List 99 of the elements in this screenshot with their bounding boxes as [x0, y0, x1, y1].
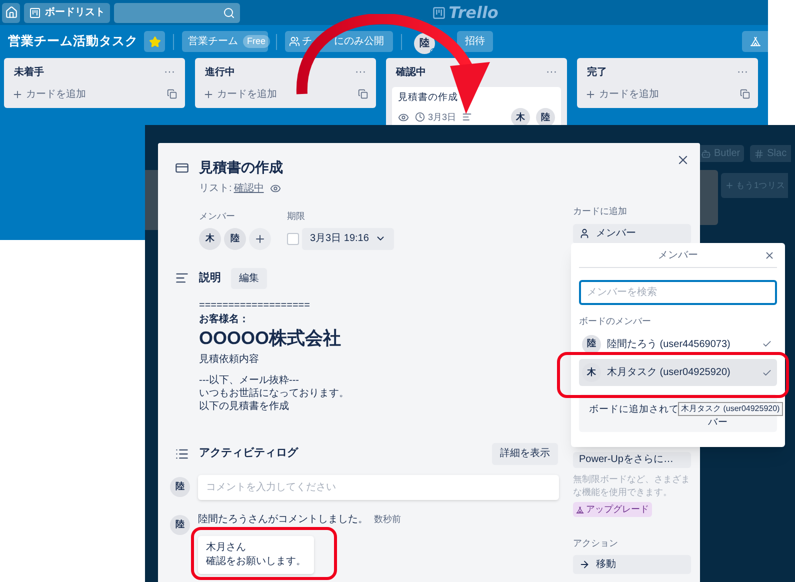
plus-icon [203, 88, 214, 100]
due-date: 3月3日 [428, 110, 456, 124]
section-label: ボードのメンバー [579, 316, 652, 327]
list-title: 完了 [587, 65, 607, 80]
plus-icon [585, 88, 596, 100]
edit-button[interactable]: 編集 [231, 268, 267, 288]
details-button[interactable]: 詳細を表示 [492, 442, 558, 464]
user-avatar: 陸 [170, 477, 190, 497]
list-link[interactable]: 確認中 [234, 181, 264, 196]
sidebar-heading: アクション [573, 537, 619, 550]
member-avatar: 陸 [582, 334, 601, 354]
eye-icon [270, 183, 281, 194]
add-card-button[interactable]: カードを追加 [203, 86, 277, 102]
team-button[interactable]: 営業チーム Free [182, 31, 268, 52]
add-card-button[interactable]: カードを追加 [12, 86, 86, 102]
board-icon [29, 6, 41, 18]
invite-button[interactable]: 招待 [457, 31, 493, 52]
card-icon [175, 160, 189, 174]
user-avatar: 陸 [170, 514, 190, 534]
background-list [145, 170, 158, 230]
tooltip: 木月タスク (user04925920) [678, 402, 783, 416]
sidebar-heading: カードに追加 [573, 205, 628, 218]
section-heading: 説明 [199, 270, 221, 286]
people-icon [289, 36, 300, 47]
hash-icon [754, 148, 764, 158]
card-title: 見積書の作成 [398, 90, 459, 104]
plan-badge: Free [243, 34, 270, 48]
due-date-button[interactable]: 3月3日 19:16 [302, 228, 394, 250]
comment-text: 確認をお願いします。 [206, 554, 306, 568]
board-list-button[interactable]: ボードリスト [24, 2, 110, 22]
logo: Trello [448, 2, 498, 24]
member-search-field[interactable]: メンバーを検索 [579, 280, 777, 305]
plus-icon [12, 88, 23, 100]
board-title: 営業チーム活動タスク [8, 33, 136, 50]
template-icon [740, 89, 750, 99]
person-icon [579, 228, 590, 239]
upgrade-icon [576, 506, 584, 514]
member-avatar: 木 [582, 363, 601, 382]
description-text: 見積依頼内容 [199, 352, 260, 366]
popup-title: メンバー [658, 248, 698, 262]
due-checkbox[interactable] [287, 232, 299, 244]
member-name: 陸間たろう (user44569073) [607, 338, 732, 352]
description-icon [175, 271, 189, 285]
power-up-button[interactable]: Power-Upをさらに… [573, 452, 691, 468]
card[interactable]: 見積書の作成 3月3日 木 陸 [392, 86, 561, 128]
members-label: メンバー [199, 210, 236, 223]
search-icon [223, 6, 235, 18]
member-row[interactable]: 木 木月タスク (user04925920) [579, 359, 777, 386]
list-title: 進行中 [205, 66, 235, 80]
plus-icon [725, 181, 734, 190]
member-avatar: 木 [511, 108, 530, 127]
comment-field[interactable]: コメントを入力してください [198, 474, 559, 500]
list-menu[interactable]: ··· [546, 64, 557, 80]
card-title: 見積書の作成 [199, 158, 283, 177]
upgrade-badge[interactable]: アップグレード [573, 502, 652, 518]
add-member-button[interactable] [249, 228, 271, 250]
list-label: リスト: [199, 182, 232, 196]
member-name: 木月タスク (user04925920) [607, 366, 732, 380]
member-avatar: 陸 [224, 228, 246, 250]
description-text: ---以下、メール抜粋--- [199, 374, 300, 386]
activity-icon [175, 446, 189, 460]
list-menu[interactable]: ··· [164, 64, 175, 80]
member-button[interactable]: メンバー [573, 224, 691, 244]
close-icon [764, 250, 775, 260]
tent-icon [750, 36, 760, 47]
list-menu[interactable]: ··· [355, 64, 366, 80]
add-card-button[interactable]: カードを追加 [585, 86, 659, 102]
description-icon [462, 112, 472, 122]
upgrade-text: 無制限ボードなど、さまざまな機能を使用できます。 [573, 472, 691, 499]
member-avatar: 木 [199, 228, 221, 250]
template-icon [167, 89, 177, 99]
template-icon [358, 89, 368, 99]
list-title: 確認中 [396, 66, 426, 80]
robot-icon [701, 148, 711, 158]
search-field[interactable] [114, 2, 240, 22]
section-heading: アクティビティログ [199, 446, 300, 462]
eye-icon [398, 112, 409, 123]
list-menu[interactable]: ··· [737, 64, 748, 80]
visibility-button[interactable]: チ にのみ公開 [285, 31, 393, 52]
plus-icon [254, 232, 266, 244]
activity-time: 数秒前 [374, 512, 401, 526]
activity-text: 陸間たろうさんがコメントしました。 [198, 512, 368, 526]
menu-button[interactable] [742, 31, 768, 52]
home-icon [4, 6, 18, 19]
description-text: =================== [199, 298, 311, 312]
close-icon [676, 153, 690, 167]
logo-icon [432, 6, 446, 20]
list-title: 未着手 [14, 65, 44, 80]
member-avatar: 陸 [536, 108, 555, 127]
move-button[interactable]: 移動 [573, 554, 691, 574]
description-text: 以下の見積書を作成 [199, 400, 290, 412]
comment-text: 木月さん [206, 540, 247, 554]
description-text: お客様名： [199, 312, 250, 326]
clock-icon [415, 112, 425, 122]
star-button[interactable] [144, 31, 165, 52]
description-text: いつもお世話になっております。 [199, 386, 350, 400]
due-label: 期限 [287, 210, 306, 223]
home-button[interactable] [2, 2, 20, 22]
arrow-right-icon [579, 558, 590, 570]
